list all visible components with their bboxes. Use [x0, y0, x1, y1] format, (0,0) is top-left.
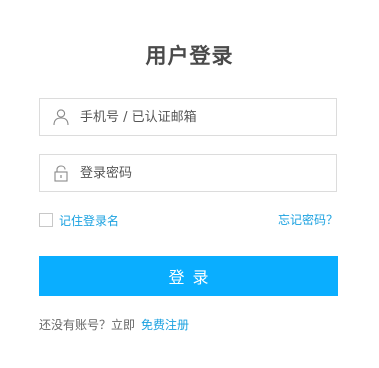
password-input[interactable] — [80, 155, 330, 191]
remember-me[interactable]: 记住登录名 — [39, 212, 119, 228]
username-input[interactable] — [80, 99, 330, 135]
forgot-password-link[interactable]: 忘记密码？ — [278, 212, 338, 228]
login-button[interactable]: 登录 — [39, 256, 338, 296]
username-field[interactable] — [39, 98, 337, 136]
user-icon — [52, 108, 70, 126]
register-link[interactable]: 免费注册 — [141, 318, 189, 332]
no-account-text: 还没有账号？立即 — [39, 318, 136, 332]
remember-checkbox[interactable] — [39, 213, 53, 227]
lock-icon — [52, 164, 70, 182]
password-field[interactable] — [39, 154, 337, 192]
page-title: 用户登录 — [145, 44, 234, 68]
register-prompt: 还没有账号？立即 免费注册 — [39, 317, 189, 333]
remember-label[interactable]: 记住登录名 — [59, 212, 119, 229]
